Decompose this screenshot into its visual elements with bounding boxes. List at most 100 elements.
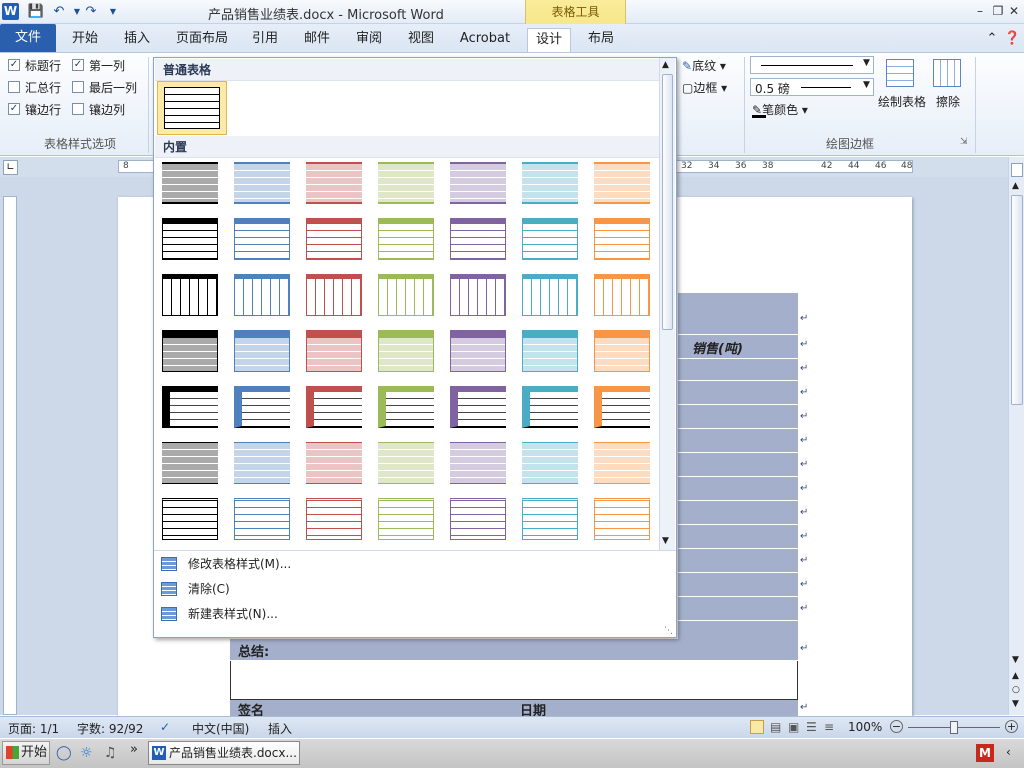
checkbox-banded-columns[interactable] <box>72 103 84 115</box>
table-style-thumbnail[interactable] <box>594 498 650 540</box>
summary-row[interactable]: 总结: <box>230 639 798 661</box>
tab-mailings[interactable]: 邮件 <box>296 28 338 52</box>
table-style-thumbnail[interactable] <box>306 330 362 372</box>
table-style-thumbnail[interactable] <box>306 498 362 540</box>
checkbox-banded-rows[interactable]: ✓ <box>8 103 20 115</box>
word-count[interactable]: 字数: 92/92 <box>77 720 143 737</box>
table-row[interactable] <box>678 501 798 525</box>
table-style-thumbnail[interactable] <box>522 498 578 540</box>
table-style-thumbnail[interactable] <box>234 162 290 204</box>
table-style-thumbnail[interactable] <box>234 330 290 372</box>
table-style-thumbnail[interactable] <box>450 386 506 428</box>
shading-button[interactable]: ✎底纹 ▾ <box>682 57 726 74</box>
scroll-thumb[interactable] <box>1011 195 1023 405</box>
zoom-out-icon[interactable]: − <box>890 720 903 733</box>
gallery-scroll-up-icon[interactable]: ▲ <box>662 60 669 70</box>
table-row[interactable]: 销售(吨) <box>678 335 798 359</box>
view-ruler-icon[interactable] <box>1011 163 1023 177</box>
table-style-thumbnail[interactable] <box>378 274 434 316</box>
table-row[interactable] <box>678 549 798 573</box>
checkbox-first-column[interactable]: ✓ <box>72 59 84 71</box>
checkbox-total-row[interactable] <box>8 81 20 93</box>
table-row[interactable] <box>678 477 798 501</box>
close-icon[interactable]: ✕ <box>1006 3 1022 19</box>
table-row[interactable] <box>678 573 798 597</box>
tab-page-layout[interactable]: 页面布局 <box>166 28 238 52</box>
tab-home[interactable]: 开始 <box>62 28 108 52</box>
table-row[interactable] <box>678 381 798 405</box>
checkbox-last-column[interactable] <box>72 81 84 93</box>
word-icon[interactable]: W <box>2 3 19 20</box>
table-style-thumbnail[interactable] <box>594 330 650 372</box>
table-style-thumbnail[interactable] <box>162 162 218 204</box>
table-style-thumbnail[interactable] <box>234 386 290 428</box>
border-button[interactable]: ▢边框 ▾ <box>682 79 727 96</box>
quick-launch-more-icon[interactable]: » <box>130 742 138 757</box>
table-style-thumbnail[interactable] <box>306 386 362 428</box>
table-style-thumbnail[interactable] <box>306 274 362 316</box>
zoom-slider-thumb[interactable] <box>950 721 958 734</box>
next-page-icon[interactable]: ▼ <box>1012 699 1019 709</box>
new-table-style-item[interactable]: 新建表样式(N)... <box>154 602 676 626</box>
save-icon[interactable]: 💾 <box>27 3 45 21</box>
table-style-thumbnail[interactable] <box>378 442 434 484</box>
table-style-thumbnail[interactable] <box>378 162 434 204</box>
tray-app-icon[interactable]: M <box>976 744 994 762</box>
redo-icon[interactable]: ↷ <box>82 3 100 21</box>
zoom-level[interactable]: 100% <box>848 720 882 734</box>
tab-layout[interactable]: 布局 <box>580 28 622 52</box>
table-style-thumbnail[interactable] <box>522 274 578 316</box>
table-style-thumbnail[interactable] <box>234 274 290 316</box>
table-style-thumbnail[interactable] <box>162 330 218 372</box>
tab-view[interactable]: 视图 <box>400 28 442 52</box>
draw-table-label[interactable]: 绘制表格 <box>872 93 932 110</box>
table-style-thumbnail[interactable] <box>378 330 434 372</box>
gallery-scrollbar[interactable]: ▲ ▼ <box>659 58 675 550</box>
line-weight-select[interactable]: 0.5 磅 ▼ <box>750 78 874 96</box>
table-style-thumbnail[interactable] <box>594 218 650 260</box>
restore-icon[interactable]: ❐ <box>990 3 1006 19</box>
table-style-thumbnail[interactable] <box>450 498 506 540</box>
tab-review[interactable]: 审阅 <box>348 28 390 52</box>
vertical-ruler[interactable] <box>3 196 17 715</box>
table-style-thumbnail[interactable] <box>522 218 578 260</box>
resize-grip-icon[interactable]: ⋱ <box>664 626 673 636</box>
table-row[interactable] <box>678 359 798 381</box>
show-desktop-icon[interactable]: ◯ <box>56 745 72 761</box>
table-row[interactable] <box>678 405 798 429</box>
table-style-thumbnail[interactable] <box>450 442 506 484</box>
ie-icon[interactable]: ☼ <box>80 745 93 761</box>
vertical-scrollbar[interactable]: ▲ ▼ ▲ ○ ▼ <box>1008 157 1024 715</box>
table-style-thumbnail[interactable] <box>162 274 218 316</box>
eraser-icon[interactable] <box>933 59 961 87</box>
table-style-thumbnail[interactable] <box>522 162 578 204</box>
draft-icon[interactable]: ≡ <box>824 720 834 734</box>
checkbox-header-row[interactable]: ✓ <box>8 59 20 71</box>
scroll-down-icon[interactable]: ▼ <box>1012 655 1019 665</box>
draw-table-icon[interactable] <box>886 59 914 87</box>
customize-qat-icon[interactable]: ▼ <box>104 3 122 21</box>
clear-style-item[interactable]: 清除(C) <box>154 577 676 601</box>
undo-icon[interactable]: ↶ <box>50 3 68 21</box>
table-style-thumbnail[interactable] <box>594 162 650 204</box>
table-style-thumbnail[interactable] <box>450 330 506 372</box>
table-style-thumbnail[interactable] <box>234 498 290 540</box>
gallery-scroll-thumb[interactable] <box>662 74 673 330</box>
table-style-thumbnail[interactable] <box>522 330 578 372</box>
modify-table-style-item[interactable]: 修改表格样式(M)... <box>154 552 676 576</box>
help-icon[interactable]: ❓ <box>1004 28 1020 52</box>
table-style-thumbnail[interactable] <box>594 274 650 316</box>
table-row[interactable] <box>678 453 798 477</box>
table-style-thumbnail[interactable] <box>234 218 290 260</box>
eraser-label[interactable]: 擦除 <box>930 93 966 110</box>
line-style-select[interactable]: ▼ <box>750 56 874 74</box>
tab-insert[interactable]: 插入 <box>114 28 160 52</box>
table-header-cell[interactable] <box>678 293 798 335</box>
table-style-thumbnail[interactable] <box>594 442 650 484</box>
table-row[interactable] <box>678 621 798 641</box>
table-style-thumbnail[interactable] <box>450 218 506 260</box>
proofing-icon[interactable]: ✓ <box>160 720 170 734</box>
zoom-in-icon[interactable]: + <box>1005 720 1018 733</box>
page-count[interactable]: 页面: 1/1 <box>8 720 59 737</box>
tab-references[interactable]: 引用 <box>244 28 286 52</box>
